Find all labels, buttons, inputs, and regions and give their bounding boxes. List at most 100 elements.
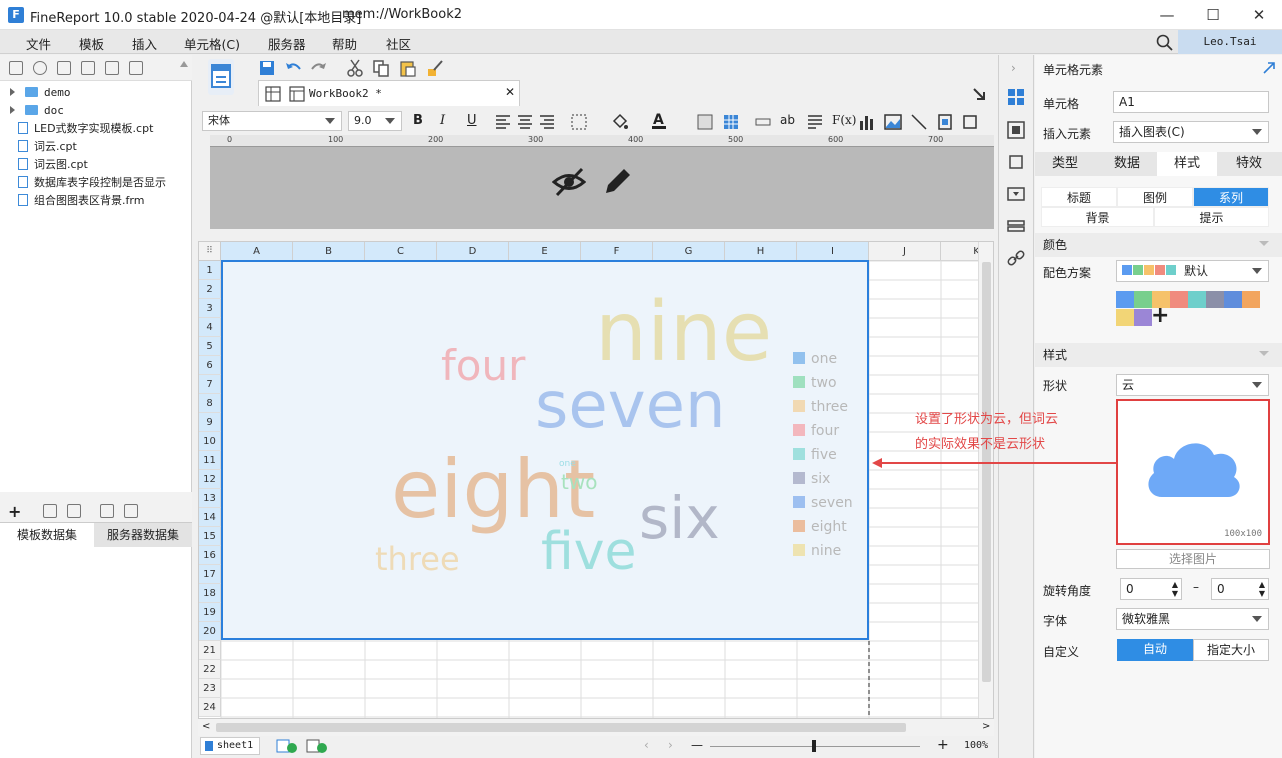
- auto-size-button[interactable]: 自动: [1117, 639, 1193, 661]
- underline-button[interactable]: U: [467, 113, 477, 128]
- copy-icon[interactable]: [129, 60, 143, 75]
- add-dataset-icon[interactable]: +: [8, 502, 21, 521]
- word-cloud-chart[interactable]: nine seven eight six five four three two one one t…: [221, 260, 869, 640]
- frame-icon[interactable]: [1007, 153, 1025, 171]
- prev-sheet-icon[interactable]: ‹: [644, 738, 649, 752]
- subtab-background[interactable]: 背景: [1041, 207, 1154, 227]
- legend-swatch[interactable]: [793, 400, 805, 412]
- tab-data[interactable]: 数据: [1097, 152, 1157, 176]
- bold-button[interactable]: B: [413, 113, 423, 128]
- palette-swatch[interactable]: [1170, 291, 1188, 308]
- tree-item-file[interactable]: 数据库表字段控制是否显示: [8, 173, 166, 191]
- edit-icon[interactable]: [43, 504, 58, 518]
- maximize-button[interactable]: ☐: [1190, 0, 1236, 30]
- vertical-scrollbar[interactable]: [978, 242, 993, 718]
- slash-icon[interactable]: [910, 113, 928, 131]
- subtab-tooltip[interactable]: 提示: [1154, 207, 1269, 227]
- legend-swatch[interactable]: [793, 376, 805, 388]
- menu-help[interactable]: 帮助: [332, 34, 357, 53]
- add-color-button[interactable]: +: [1151, 305, 1169, 327]
- splitter[interactable]: [0, 492, 192, 500]
- collapse-up-icon[interactable]: [180, 61, 188, 67]
- legend-swatch[interactable]: [793, 448, 805, 460]
- condition-icon[interactable]: [1007, 217, 1025, 235]
- tab-template-dataset[interactable]: 模板数据集: [0, 523, 94, 547]
- close-button[interactable]: ✕: [1236, 0, 1282, 30]
- legend-label[interactable]: seven: [811, 495, 853, 511]
- palette-swatch[interactable]: [1242, 291, 1260, 308]
- font-color-icon[interactable]: A: [650, 111, 668, 129]
- format-brush-icon[interactable]: [426, 59, 444, 77]
- collapse-icon[interactable]: [1259, 241, 1269, 246]
- fill-color-icon[interactable]: [610, 113, 628, 131]
- text-cell-icon[interactable]: [754, 113, 772, 131]
- redo-icon[interactable]: [310, 59, 328, 77]
- delete-icon[interactable]: [105, 60, 119, 75]
- zoom-in-button[interactable]: +: [937, 737, 949, 753]
- palette-swatch[interactable]: [1134, 309, 1152, 326]
- undo-icon[interactable]: [284, 59, 302, 77]
- scroll-thumb[interactable]: [216, 723, 906, 732]
- hide-eye-icon[interactable]: [552, 165, 586, 199]
- border-icon[interactable]: [570, 113, 588, 131]
- tree-item-doc[interactable]: doc: [8, 101, 64, 119]
- shape-select[interactable]: 云: [1116, 374, 1269, 396]
- spinner-icon[interactable]: ▲ ▼: [1259, 580, 1265, 598]
- menu-cell[interactable]: 单元格(C): [184, 34, 240, 53]
- legend-swatch[interactable]: [793, 520, 805, 532]
- menu-file[interactable]: 文件: [26, 34, 51, 53]
- workbook-tab[interactable]: WorkBook2 * ✕: [258, 80, 520, 106]
- paste-icon[interactable]: [398, 59, 416, 77]
- font-select[interactable]: 微软雅黑: [1116, 608, 1269, 630]
- horizontal-scrollbar[interactable]: < >: [198, 719, 994, 736]
- palette-swatch[interactable]: [1116, 291, 1134, 308]
- legend-swatch[interactable]: [793, 424, 805, 436]
- legend-label[interactable]: two: [811, 375, 837, 391]
- legend-label[interactable]: six: [811, 471, 830, 487]
- subtab-series[interactable]: 系列: [1193, 187, 1269, 207]
- legend-label[interactable]: eight: [811, 519, 847, 535]
- add-sheet-icon[interactable]: [276, 739, 298, 753]
- server-dataset-icon[interactable]: [124, 504, 139, 518]
- palette-swatch[interactable]: [1206, 291, 1224, 308]
- cell-attribute-icon[interactable]: [1007, 121, 1025, 139]
- subtab-title[interactable]: 标题: [1041, 187, 1117, 207]
- minimize-button[interactable]: —: [1144, 0, 1190, 30]
- legend-swatch[interactable]: [793, 352, 805, 364]
- chart-icon[interactable]: [858, 113, 876, 131]
- expand-icon[interactable]: [1263, 62, 1275, 74]
- collapse-icon[interactable]: [1259, 351, 1269, 356]
- legend-label[interactable]: three: [811, 399, 848, 415]
- select-image-button[interactable]: 选择图片: [1116, 549, 1270, 569]
- tab-server-dataset[interactable]: 服务器数据集: [94, 523, 192, 547]
- frame-icon[interactable]: [962, 113, 980, 131]
- template-icon[interactable]: [208, 59, 234, 95]
- legend-swatch[interactable]: [793, 496, 805, 508]
- formula-icon[interactable]: F(x): [832, 113, 856, 127]
- tab-type[interactable]: 类型: [1035, 152, 1095, 176]
- refresh-icon[interactable]: [33, 60, 47, 75]
- rotate-to-input[interactable]: 0 ▲ ▼: [1211, 578, 1269, 600]
- cut-icon[interactable]: [346, 59, 364, 77]
- tree-item-file[interactable]: 组合图图表区背景.frm: [8, 191, 144, 209]
- close-tab-icon[interactable]: ✕: [505, 85, 515, 99]
- cell-element-icon[interactable]: [1007, 88, 1025, 106]
- font-size-select[interactable]: 9.0: [348, 111, 402, 131]
- palette-swatch[interactable]: [1188, 291, 1206, 308]
- palette-swatch[interactable]: [1224, 291, 1242, 308]
- menu-community[interactable]: 社区: [386, 34, 411, 53]
- menu-template[interactable]: 模板: [79, 34, 104, 53]
- zoom-out-button[interactable]: —: [691, 738, 703, 752]
- legend-label[interactable]: nine: [811, 543, 841, 559]
- menu-insert[interactable]: 插入: [132, 34, 157, 53]
- image-icon[interactable]: [884, 113, 902, 131]
- insert-element-select[interactable]: 插入图表(C): [1113, 121, 1269, 143]
- tree-item-file[interactable]: LED式数字实现模板.cpt: [8, 119, 153, 137]
- user-name[interactable]: Leo.Tsai: [1178, 30, 1282, 54]
- menu-server[interactable]: 服务器: [268, 34, 306, 53]
- tree-item-demo[interactable]: demo: [8, 83, 71, 101]
- open-icon[interactable]: [57, 60, 71, 75]
- text-insert-icon[interactable]: ab: [780, 113, 795, 127]
- cell-field[interactable]: A1: [1113, 91, 1269, 113]
- specify-size-button[interactable]: 指定大小: [1193, 639, 1269, 661]
